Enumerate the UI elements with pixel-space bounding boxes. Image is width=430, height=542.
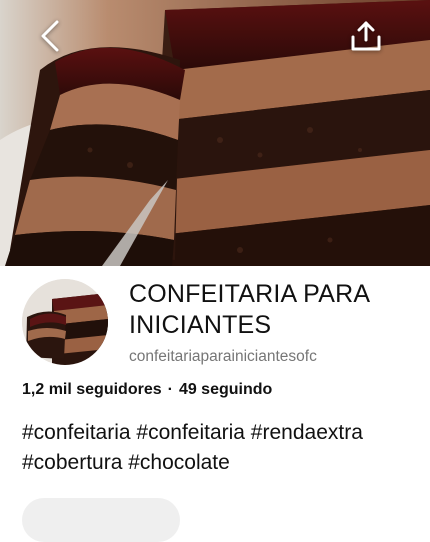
share-upload-icon	[351, 21, 381, 51]
profile-bio: #confeitaria #confeitaria #rendaextra #c…	[22, 421, 363, 474]
profile-section: CONFEITARIA PARA INICIANTES confeitariap…	[0, 266, 430, 542]
cover-image	[0, 0, 430, 266]
share-button[interactable]	[344, 14, 388, 58]
profile-stats: 1,2 mil seguidores · 49 seguindo	[22, 381, 272, 399]
stats-separator: ·	[167, 381, 173, 398]
profile-handle: confeitariaparainiciantesofc	[129, 348, 317, 365]
profile-name: CONFEITARIA PARA INICIANTES	[129, 280, 369, 339]
followers-count[interactable]: 1,2 mil seguidores	[22, 381, 162, 398]
chevron-left-icon	[41, 20, 59, 52]
avatar-image	[22, 279, 108, 365]
following-count[interactable]: 49 seguindo	[179, 381, 272, 398]
avatar[interactable]	[22, 279, 108, 365]
back-button[interactable]	[28, 14, 72, 58]
follow-button[interactable]	[22, 498, 180, 542]
